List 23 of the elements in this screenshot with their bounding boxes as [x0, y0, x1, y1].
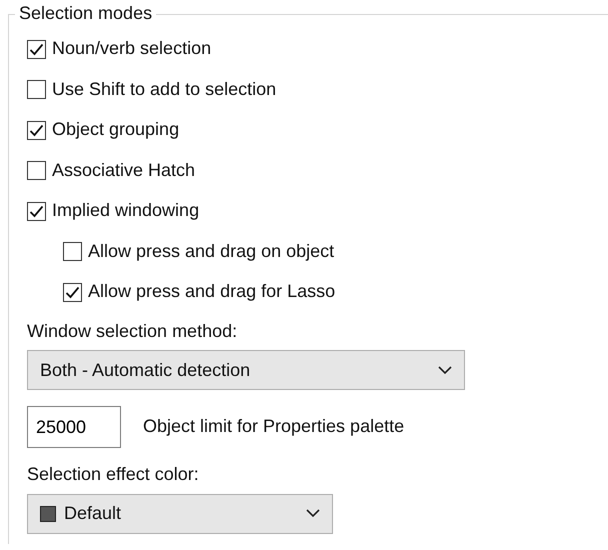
method-dropdown[interactable]: Both - Automatic detection [27, 350, 465, 390]
color-dropdown[interactable]: Default [27, 494, 333, 534]
checkbox[interactable] [27, 40, 46, 59]
color-swatch [40, 506, 56, 522]
chevron-icon [306, 509, 320, 518]
checkbox[interactable] [27, 120, 46, 140]
checkbox-label: Object grouping [52, 119, 180, 142]
checkbox[interactable] [63, 282, 82, 302]
checkbox-label: Noun/verb selection [52, 38, 212, 60]
checkbox-label: Allow press and drag on object [88, 240, 334, 263]
checkbox[interactable] [27, 80, 46, 100]
chevron-icon [438, 366, 452, 375]
limit-input[interactable]: 25000 [27, 406, 121, 448]
checkbox-label: Use Shift to add to selection [52, 78, 276, 101]
checkbox-label: Allow press and drag for Lasso [88, 281, 336, 304]
field-label: Window selection method: [27, 320, 238, 342]
checkbox-label: Implied windowing [52, 200, 200, 222]
field-label: Object limit for Properties palette [143, 416, 404, 438]
checkbox-label: Associative Hatch [52, 160, 196, 182]
checkbox[interactable] [63, 242, 82, 262]
field-label: Selection effect color: [27, 464, 200, 486]
checkbox[interactable] [27, 202, 46, 221]
checkbox[interactable] [27, 161, 46, 180]
